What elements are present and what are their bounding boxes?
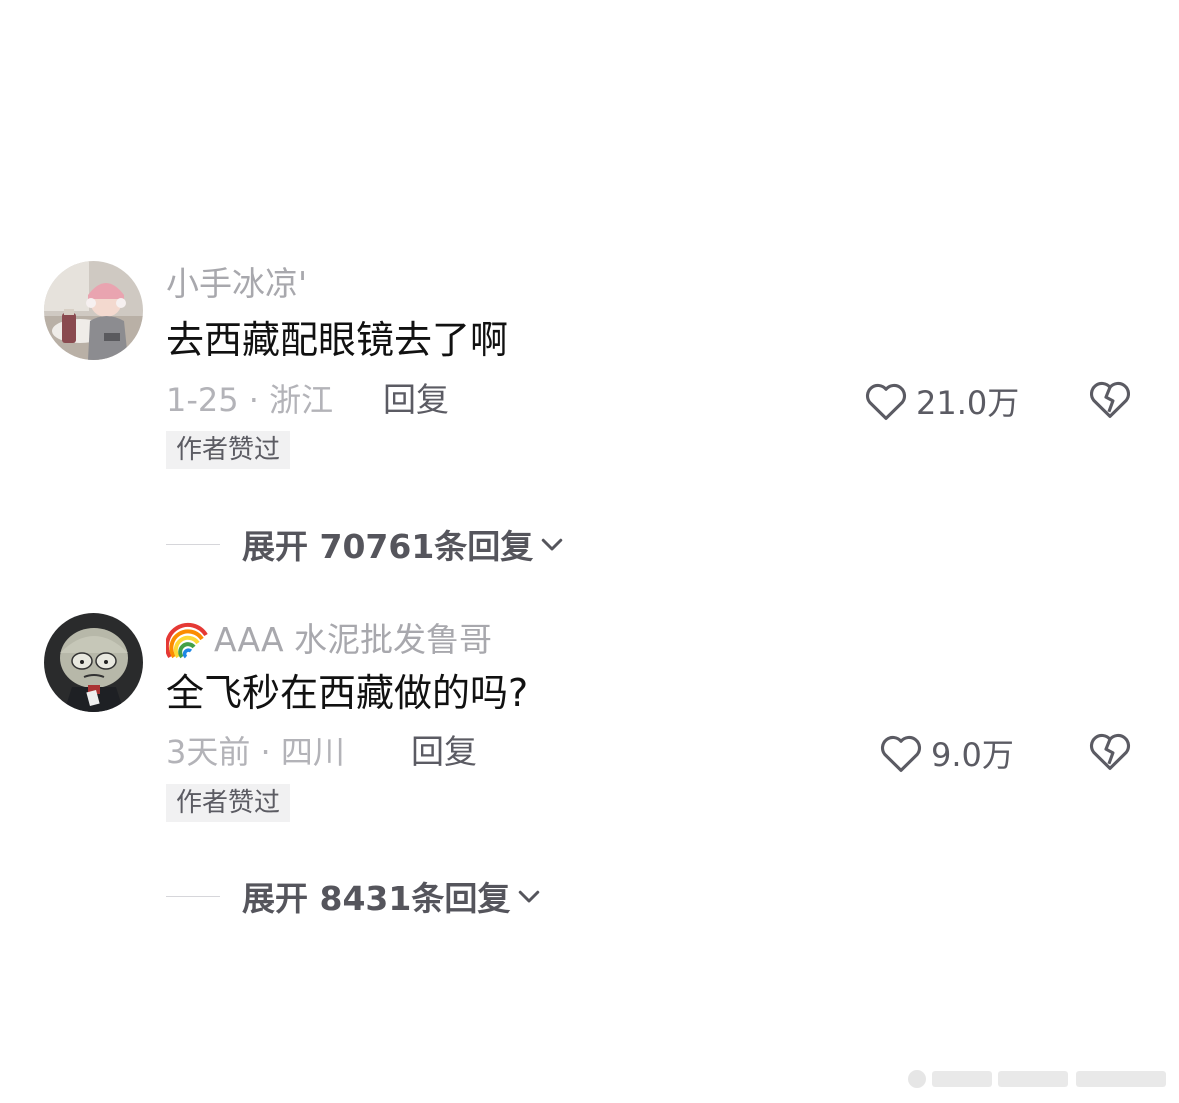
rainbow-emoji-icon	[166, 622, 208, 659]
divider-line	[166, 543, 220, 545]
like-button[interactable]: 9.0万	[879, 730, 1014, 776]
broken-heart-icon	[1089, 733, 1131, 770]
expand-replies-label: 展开 8431条回复	[242, 879, 511, 918]
expand-replies-label: 展开 70761条回复	[242, 527, 534, 566]
author-liked-badge: 作者赞过	[166, 431, 291, 469]
avatar[interactable]	[44, 261, 143, 360]
chevron-down-icon	[519, 890, 540, 903]
watermark	[908, 1070, 1166, 1088]
expand-replies-button[interactable]: 展开 8431条回复	[166, 872, 544, 920]
username-text: AAA 水泥批发鲁哥	[214, 620, 493, 659]
username[interactable]: 小手冰凉'	[166, 264, 307, 304]
divider-line	[166, 895, 220, 897]
date-location: 1-25 · 浙江	[166, 381, 334, 419]
dislike-button[interactable]	[1088, 378, 1132, 424]
like-button[interactable]: 21.0万	[864, 378, 1019, 424]
like-count: 21.0万	[916, 384, 1020, 422]
heart-outline-icon	[865, 383, 907, 420]
reply-button[interactable]: 回复	[383, 380, 449, 420]
dislike-button[interactable]	[1088, 730, 1132, 776]
reply-button[interactable]: 回复	[411, 732, 477, 772]
comment-text: 全飞秒在西藏做的吗?	[166, 671, 529, 715]
expand-replies-button[interactable]: 展开 70761条回复	[166, 520, 567, 568]
heart-outline-icon	[880, 735, 922, 772]
like-count: 9.0万	[931, 736, 1014, 774]
author-liked-badge: 作者赞过	[166, 784, 291, 822]
chevron-down-icon	[542, 538, 563, 551]
comment-text: 去西藏配眼镜去了啊	[166, 318, 509, 362]
broken-heart-icon	[1089, 381, 1131, 418]
date-location: 3天前 · 四川	[166, 733, 345, 771]
username[interactable]: AAA 水泥批发鲁哥	[166, 615, 492, 660]
avatar[interactable]	[44, 613, 143, 712]
